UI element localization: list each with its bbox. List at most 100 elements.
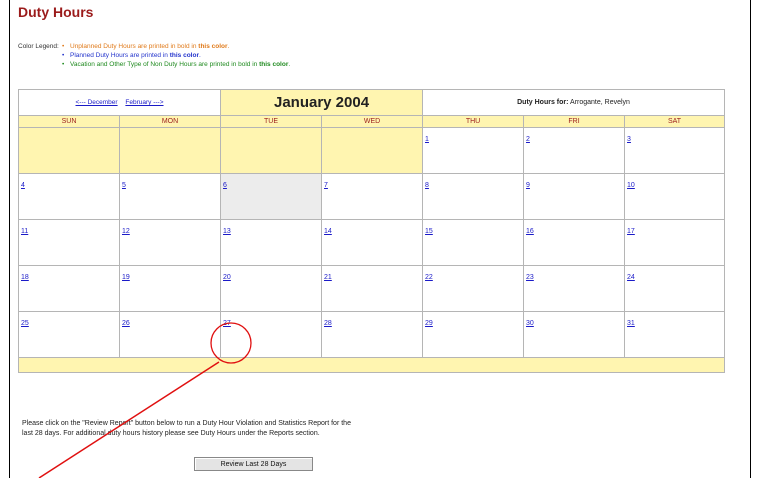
day-link-26[interactable]: 26 (122, 320, 130, 327)
empty-day-cell (118, 127, 222, 174)
weekday-tue: TUE (220, 115, 323, 128)
day-cell-28[interactable]: 28 (321, 311, 424, 358)
day-link-3[interactable]: 3 (627, 136, 631, 143)
day-link-22[interactable]: 22 (425, 274, 433, 281)
day-link-15[interactable]: 15 (425, 228, 433, 235)
day-cell-16[interactable]: 16 (523, 219, 626, 266)
day-cell-11[interactable]: 11 (18, 219, 120, 266)
day-link-31[interactable]: 31 (627, 320, 635, 327)
page-frame-left (9, 0, 10, 478)
day-cell-17[interactable]: 17 (624, 219, 726, 266)
day-cell-26[interactable]: 26 (118, 311, 222, 358)
day-cell-29[interactable]: 29 (422, 311, 525, 358)
day-link-6[interactable]: 6 (223, 182, 227, 189)
review-report-instructions: Please click on the "Review Report" butt… (22, 419, 351, 439)
legend-bullet-vacation: • (62, 61, 65, 68)
weekday-sun: SUN (18, 115, 120, 128)
day-cell-9[interactable]: 9 (523, 173, 626, 220)
day-cell-22[interactable]: 22 (422, 265, 525, 312)
day-link-30[interactable]: 30 (526, 320, 534, 327)
day-cell-3[interactable]: 3 (624, 127, 726, 174)
day-cell-27[interactable]: 27 (220, 311, 323, 358)
day-cell-2[interactable]: 2 (523, 127, 626, 174)
day-link-25[interactable]: 25 (21, 320, 29, 327)
day-cell-13[interactable]: 13 (220, 219, 323, 266)
week-row: 11 12 13 14 15 16 17 (18, 219, 726, 266)
day-cell-31[interactable]: 31 (624, 311, 726, 358)
instructions-line-1: Please click on the "Review Report" butt… (22, 420, 351, 427)
day-link-24[interactable]: 24 (627, 274, 635, 281)
next-month-link[interactable]: February ---> (125, 99, 163, 106)
day-link-7[interactable]: 7 (324, 182, 328, 189)
month-nav: <--- December February ---> (17, 89, 222, 116)
day-cell-7[interactable]: 7 (321, 173, 424, 220)
day-link-29[interactable]: 29 (425, 320, 433, 327)
day-link-14[interactable]: 14 (324, 228, 332, 235)
weekday-sat: SAT (624, 115, 726, 128)
day-cell-20[interactable]: 20 (220, 265, 323, 312)
day-cell-1[interactable]: 1 (422, 127, 525, 174)
day-cell-12[interactable]: 12 (118, 219, 222, 266)
day-link-17[interactable]: 17 (627, 228, 635, 235)
empty-day-cell (321, 127, 424, 174)
day-cell-10[interactable]: 10 (624, 173, 726, 220)
calendar-header-row: <--- December February ---> January 2004… (17, 89, 726, 116)
calendar-weeks: 1 2 3 4 5 6 7 8 9 10 11 12 13 14 15 16 17 18 19 20 21 22 23 24 2… (18, 127, 726, 358)
day-link-13[interactable]: 13 (223, 228, 231, 235)
day-link-8[interactable]: 8 (425, 182, 429, 189)
day-link-21[interactable]: 21 (324, 274, 332, 281)
weekday-mon: MON (118, 115, 222, 128)
prev-month-link[interactable]: <--- December (76, 99, 118, 106)
weekday-wed: WED (321, 115, 424, 128)
day-link-16[interactable]: 16 (526, 228, 534, 235)
legend-label: Color Legend: (18, 43, 59, 50)
day-cell-25[interactable]: 25 (18, 311, 120, 358)
day-cell-18[interactable]: 18 (18, 265, 120, 312)
day-cell-23[interactable]: 23 (523, 265, 626, 312)
day-link-19[interactable]: 19 (122, 274, 130, 281)
empty-day-cell (220, 127, 323, 174)
day-cell-21[interactable]: 21 (321, 265, 424, 312)
day-cell-5[interactable]: 5 (118, 173, 222, 220)
day-cell-6[interactable]: 6 (220, 173, 323, 220)
week-row: 4 5 6 7 8 9 10 (18, 173, 726, 220)
day-link-12[interactable]: 12 (122, 228, 130, 235)
day-link-2[interactable]: 2 (526, 136, 530, 143)
day-link-18[interactable]: 18 (21, 274, 29, 281)
day-cell-24[interactable]: 24 (624, 265, 726, 312)
day-cell-14[interactable]: 14 (321, 219, 424, 266)
week-row: 18 19 20 21 22 23 24 (18, 265, 726, 312)
day-cell-8[interactable]: 8 (422, 173, 525, 220)
weekday-fri: FRI (523, 115, 626, 128)
week-row: 25 26 27 28 29 30 31 (18, 311, 726, 358)
weekday-header-row: SUN MON TUE WED THU FRI SAT (18, 115, 726, 128)
day-link-23[interactable]: 23 (526, 274, 534, 281)
day-cell-30[interactable]: 30 (523, 311, 626, 358)
day-link-9[interactable]: 9 (526, 182, 530, 189)
day-cell-19[interactable]: 19 (118, 265, 222, 312)
day-link-10[interactable]: 10 (627, 182, 635, 189)
day-link-28[interactable]: 28 (324, 320, 332, 327)
duty-hours-owner: Duty Hours for: Arrogante, Revelyn (422, 89, 726, 116)
calendar-footer-row (17, 357, 726, 373)
page-title: Duty Hours (18, 4, 94, 20)
day-link-11[interactable]: 11 (21, 228, 28, 235)
page-frame-right (750, 0, 751, 478)
calendar-footer-bar (17, 357, 726, 373)
day-cell-4[interactable]: 4 (18, 173, 120, 220)
owner-label: Duty Hours for: (517, 99, 569, 106)
day-link-20[interactable]: 20 (223, 274, 231, 281)
day-link-4[interactable]: 4 (21, 182, 25, 189)
review-last-28-days-button[interactable]: Review Last 28 Days (194, 457, 313, 471)
color-legend: Color Legend: • Unplanned Duty Hours are… (18, 42, 290, 69)
day-link-27[interactable]: 27 (223, 320, 231, 327)
week-row: 1 2 3 (18, 127, 726, 174)
empty-day-cell (18, 127, 120, 174)
day-link-1[interactable]: 1 (425, 136, 429, 143)
owner-name: Arrogante, Revelyn (570, 99, 630, 106)
legend-bullet-planned: • (62, 52, 65, 59)
day-link-5[interactable]: 5 (122, 182, 126, 189)
legend-item-unplanned: Unplanned Duty Hours are printed in bold… (70, 43, 230, 50)
day-cell-15[interactable]: 15 (422, 219, 525, 266)
legend-item-planned: Planned Duty Hours are printed in this c… (70, 52, 201, 59)
